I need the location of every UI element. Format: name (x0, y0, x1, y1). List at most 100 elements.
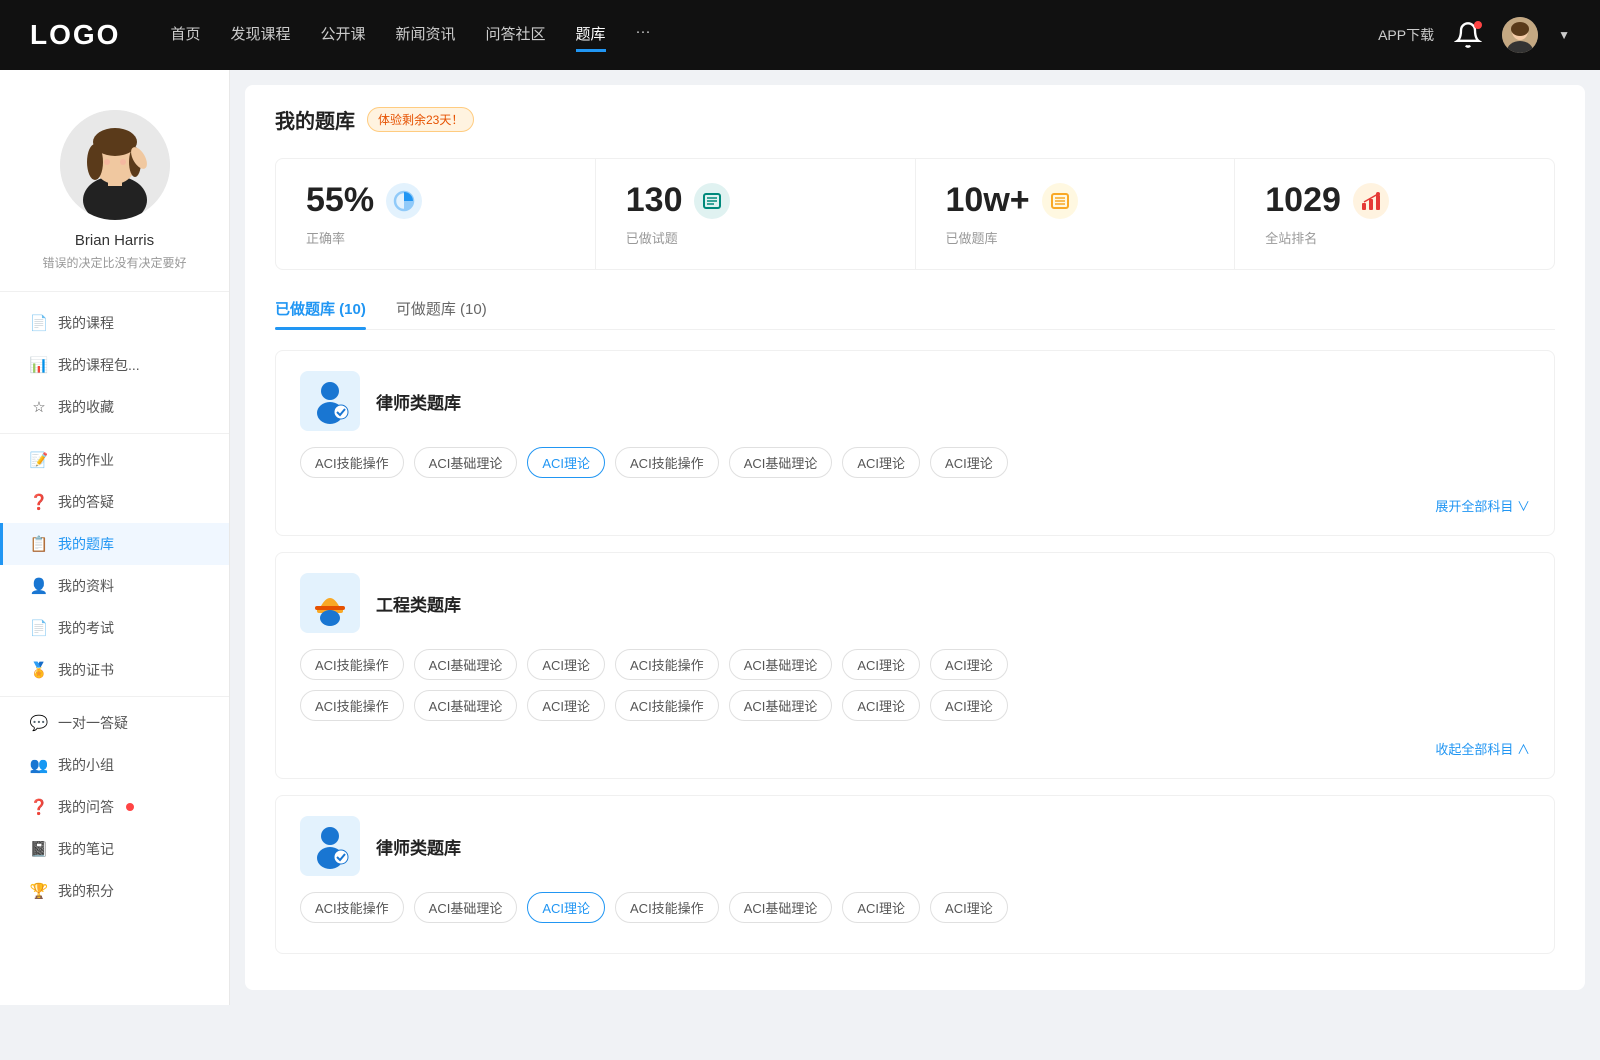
tag-aci-basic-theory-1[interactable]: ACI基础理论 (414, 447, 518, 478)
stat-rank: 1029 全站排名 (1235, 159, 1554, 269)
stats-row: 55% 正确率 130 (275, 158, 1555, 270)
sidebar-item-profile[interactable]: 👤 我的资料 (0, 565, 229, 607)
exam-icon: 📄 (30, 619, 48, 637)
tab-available-banks[interactable]: 可做题库 (10) (396, 298, 487, 329)
tag-law2-aci-basic-2[interactable]: ACI基础理论 (729, 892, 833, 923)
sidebar-item-certificate[interactable]: 🏅 我的证书 (0, 649, 229, 691)
notes-icon: 📓 (30, 840, 48, 858)
tag-eng-aci-basic-1[interactable]: ACI基础理论 (414, 649, 518, 680)
tag-law2-aci-skill-op-2[interactable]: ACI技能操作 (615, 892, 719, 923)
tag-aci-theory-active-1[interactable]: ACI理论 (527, 447, 605, 478)
app-download-link[interactable]: APP下载 (1378, 25, 1434, 45)
stat-done-banks-label: 已做题库 (946, 228, 1205, 247)
homework-icon: 📝 (30, 451, 48, 469)
tag-eng-aci-basic-2[interactable]: ACI基础理论 (729, 649, 833, 680)
profile-name: Brian Harris (75, 232, 154, 249)
sidebar-item-questions[interactable]: ❓ 我的问答 (0, 786, 229, 828)
question-bank-icon: 📋 (30, 535, 48, 553)
user-avatar[interactable] (1502, 17, 1538, 53)
packages-icon: 📊 (30, 356, 48, 374)
tag-law2-aci-theory-2[interactable]: ACI理论 (930, 892, 1008, 923)
nav-news[interactable]: 新闻资讯 (396, 18, 456, 52)
nav-more[interactable]: ··· (636, 18, 651, 52)
sidebar-item-homework[interactable]: 📝 我的作业 (0, 439, 229, 481)
sidebar-item-my-courses[interactable]: 📄 我的课程 (0, 302, 229, 344)
tag-eng-aci-theory-2[interactable]: ACI理论 (842, 649, 920, 680)
tag-eng-aci-theory-3[interactable]: ACI理论 (930, 649, 1008, 680)
certificate-icon: 🏅 (30, 661, 48, 679)
bank-card-engineering-title: 工程类题库 (376, 591, 461, 616)
stat-done-banks-icon (1042, 183, 1078, 219)
stat-done-banks-top: 10w+ (946, 181, 1205, 220)
sidebar-label-qa: 我的答疑 (58, 492, 114, 512)
sidebar-label-certificate: 我的证书 (58, 660, 114, 680)
navbar: LOGO 首页 发现课程 公开课 新闻资讯 问答社区 题库 ··· APP下载 (0, 0, 1600, 70)
tag-law2-aci-skill-op-1[interactable]: ACI技能操作 (300, 892, 404, 923)
tag-law2-aci-theory-1[interactable]: ACI理论 (842, 892, 920, 923)
bank-card-lawyer-header: 律师类题库 (300, 371, 1530, 431)
bank-card-lawyer-tags: ACI技能操作 ACI基础理论 ACI理论 ACI技能操作 ACI基础理论 AC… (300, 447, 1530, 478)
sidebar-label-profile: 我的资料 (58, 576, 114, 596)
tag-eng-aci-theory-4[interactable]: ACI理论 (527, 690, 605, 721)
nav-discover[interactable]: 发现课程 (230, 18, 290, 52)
tag-eng-aci-skill-op-2[interactable]: ACI技能操作 (615, 649, 719, 680)
sidebar-item-question-bank[interactable]: 📋 我的题库 (0, 523, 229, 565)
trial-badge: 体验剩余23天！ (367, 107, 474, 132)
tag-aci-basic-theory-2[interactable]: ACI基础理论 (729, 447, 833, 478)
stat-accuracy-value: 55% (306, 181, 374, 220)
tag-eng-aci-skill-op-4[interactable]: ACI技能操作 (615, 690, 719, 721)
bank-card-lawyer-2: 律师类题库 ACI技能操作 ACI基础理论 ACI理论 ACI技能操作 ACI基… (275, 795, 1555, 954)
tag-eng-aci-skill-op-1[interactable]: ACI技能操作 (300, 649, 404, 680)
collapse-engineering-tags[interactable]: 收起全部科目 ∧ (300, 731, 1530, 758)
tag-aci-skill-op-1[interactable]: ACI技能操作 (300, 447, 404, 478)
sidebar-item-points[interactable]: 🏆 我的积分 (0, 870, 229, 912)
navbar-right: APP下载 ▼ (1378, 17, 1570, 53)
notification-bell[interactable] (1454, 21, 1482, 49)
tag-eng-aci-theory-6[interactable]: ACI理论 (930, 690, 1008, 721)
courses-icon: 📄 (30, 314, 48, 332)
tag-aci-theory-1[interactable]: ACI理论 (842, 447, 920, 478)
nav-qa[interactable]: 问答社区 (486, 18, 546, 52)
user-menu-chevron[interactable]: ▼ (1558, 28, 1570, 42)
stat-done-questions: 130 已做试题 (596, 159, 916, 269)
tag-aci-theory-2[interactable]: ACI理论 (930, 447, 1008, 478)
nav-question-bank[interactable]: 题库 (576, 18, 606, 52)
profile-slogan: 错误的决定比没有决定要好 (42, 254, 186, 271)
sidebar-item-groups[interactable]: 👥 我的小组 (0, 744, 229, 786)
tag-eng-aci-theory-5[interactable]: ACI理论 (842, 690, 920, 721)
sidebar-item-exam[interactable]: 📄 我的考试 (0, 607, 229, 649)
expand-lawyer-tags[interactable]: 展开全部科目 ∨ (300, 488, 1530, 515)
main-layout: Brian Harris 错误的决定比没有决定要好 📄 我的课程 📊 我的课程包… (0, 70, 1600, 1005)
sidebar-label-1on1: 一对一答疑 (58, 713, 128, 733)
nav-open-course[interactable]: 公开课 (320, 18, 365, 52)
sidebar-item-1on1[interactable]: 💬 一对一答疑 (0, 702, 229, 744)
sidebar-label-exam: 我的考试 (58, 618, 114, 638)
tab-done-banks[interactable]: 已做题库 (10) (275, 298, 366, 329)
tag-eng-aci-skill-op-3[interactable]: ACI技能操作 (300, 690, 404, 721)
tag-eng-aci-theory-1[interactable]: ACI理论 (527, 649, 605, 680)
sidebar-label-homework: 我的作业 (58, 450, 114, 470)
bank-card-engineering-tags-row1: ACI技能操作 ACI基础理论 ACI理论 ACI技能操作 ACI基础理论 AC… (300, 649, 1530, 680)
tag-law2-aci-theory-active[interactable]: ACI理论 (527, 892, 605, 923)
bank-card-engineering-tags-row2: ACI技能操作 ACI基础理论 ACI理论 ACI技能操作 ACI基础理论 AC… (300, 690, 1530, 721)
bank-card-lawyer-2-header: 律师类题库 (300, 816, 1530, 876)
stat-rank-icon (1353, 183, 1389, 219)
nav-menu: 首页 发现课程 公开课 新闻资讯 问答社区 题库 ··· (170, 18, 1378, 52)
page-title: 我的题库 (275, 105, 355, 134)
tag-law2-aci-basic-1[interactable]: ACI基础理论 (414, 892, 518, 923)
tag-eng-aci-basic-4[interactable]: ACI基础理论 (729, 690, 833, 721)
tabs-row: 已做题库 (10) 可做题库 (10) (275, 298, 1555, 330)
sidebar-item-notes[interactable]: 📓 我的笔记 (0, 828, 229, 870)
stat-done-questions-top: 130 (626, 181, 885, 220)
nav-home[interactable]: 首页 (170, 18, 200, 52)
sidebar-item-course-packages[interactable]: 📊 我的课程包... (0, 344, 229, 386)
tag-eng-aci-basic-3[interactable]: ACI基础理论 (414, 690, 518, 721)
profile-icon: 👤 (30, 577, 48, 595)
sidebar-label-favorites: 我的收藏 (58, 397, 114, 417)
favorites-icon: ☆ (30, 398, 48, 416)
sidebar-label-groups: 我的小组 (58, 755, 114, 775)
tag-aci-skill-op-2[interactable]: ACI技能操作 (615, 447, 719, 478)
sidebar-item-qa[interactable]: ❓ 我的答疑 (0, 481, 229, 523)
stat-done-questions-value: 130 (626, 181, 683, 220)
sidebar-item-favorites[interactable]: ☆ 我的收藏 (0, 386, 229, 428)
